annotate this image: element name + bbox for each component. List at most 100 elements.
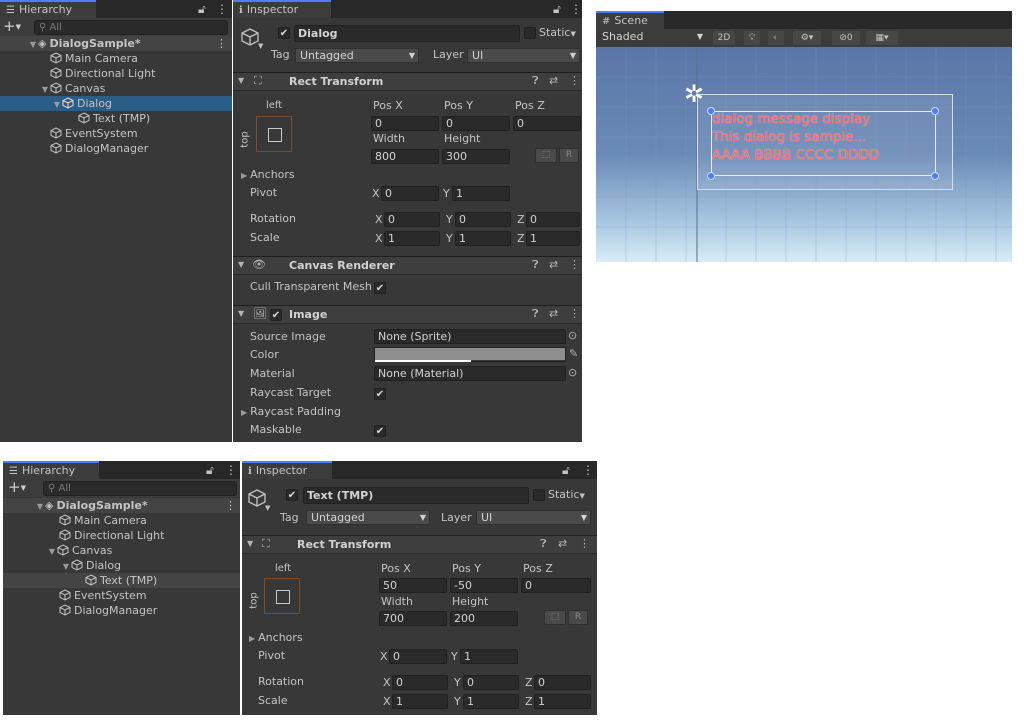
raycast-padding-foldout[interactable]: ▶ Raycast Padding: [241, 405, 341, 418]
pivot-x-field[interactable]: 0: [389, 649, 447, 664]
search-input[interactable]: ⚲ All: [43, 481, 237, 496]
width-field[interactable]: 700: [379, 611, 447, 626]
preset-icon[interactable]: ⇄: [549, 73, 558, 89]
height-field[interactable]: 200: [450, 611, 518, 626]
scale-z-field[interactable]: 1: [526, 231, 580, 246]
preset-icon[interactable]: ⇄: [549, 257, 558, 273]
more-menu-icon[interactable]: ⋮: [570, 0, 582, 18]
rotation-y-field[interactable]: 0: [455, 212, 511, 227]
color-swatch[interactable]: [374, 347, 566, 362]
blueprint-mode-button[interactable]: ⬚: [535, 148, 557, 163]
hierarchy-item-eventsystem[interactable]: EventSystem: [3, 588, 147, 603]
posy-field[interactable]: 0: [442, 116, 510, 131]
help-icon[interactable]: ❓︎: [532, 306, 539, 322]
more-menu-icon[interactable]: ⋮: [582, 461, 594, 479]
lighting-toggle-icon[interactable]: 💡︎: [744, 31, 760, 45]
canvas-renderer-header[interactable]: ▼ 👁︎ Canvas Renderer ❓︎ ⇄ ⋮: [233, 256, 582, 275]
more-menu-icon[interactable]: ⋮: [579, 536, 590, 552]
hierarchy-item-dialogmanager[interactable]: DialogManager: [3, 603, 157, 618]
object-name-field[interactable]: Dialog: [294, 25, 520, 42]
material-field[interactable]: None (Material): [374, 366, 566, 381]
grid-toggle-icon[interactable]: ▦▾: [866, 31, 898, 45]
fold-arrow-icon[interactable]: ▼: [61, 559, 71, 574]
more-menu-icon[interactable]: ⋮: [216, 36, 227, 51]
fold-arrow-icon[interactable]: ▼: [52, 97, 62, 112]
height-field[interactable]: 300: [442, 149, 510, 164]
lock-icon[interactable]: 🔓︎: [198, 0, 206, 18]
hierarchy-item-directional-light[interactable]: Directional Light: [3, 528, 164, 543]
fold-arrow-icon[interactable]: ▼: [35, 499, 45, 514]
raw-edit-button[interactable]: R: [559, 148, 579, 163]
fold-arrow-icon[interactable]: ▼: [238, 306, 244, 322]
help-icon[interactable]: ❓︎: [532, 257, 539, 273]
fold-arrow-icon[interactable]: ▼: [238, 73, 244, 89]
audio-toggle-icon[interactable]: 🔈︎: [768, 31, 784, 45]
rotation-x-field[interactable]: 0: [384, 212, 440, 227]
tab-hierarchy[interactable]: ☰ Hierarchy: [0, 0, 96, 18]
hierarchy-item-canvas[interactable]: ▼ Canvas: [0, 81, 105, 96]
fold-arrow-icon[interactable]: ▼: [247, 536, 253, 552]
anchor-preset-button[interactable]: [264, 578, 300, 614]
tag-dropdown[interactable]: Untagged ▼: [306, 510, 430, 525]
chevron-down-icon[interactable]: ▼: [258, 42, 263, 50]
scale-y-field[interactable]: 1: [463, 694, 519, 709]
tag-dropdown[interactable]: Untagged ▼: [295, 48, 419, 63]
add-button[interactable]: +▼: [3, 18, 21, 35]
hierarchy-item-dialog[interactable]: ▼ Dialog: [0, 96, 232, 111]
fold-arrow-icon[interactable]: ▼: [28, 37, 38, 52]
lock-icon[interactable]: 🔓︎: [553, 0, 561, 18]
anchor-preset-button[interactable]: [256, 116, 292, 152]
tab-hierarchy[interactable]: ☰ Hierarchy: [3, 461, 99, 479]
hierarchy-item-text-tmp[interactable]: Text (TMP): [3, 573, 240, 588]
more-menu-icon[interactable]: ⋮: [216, 0, 228, 18]
help-icon[interactable]: ❓︎: [540, 536, 547, 552]
posy-field[interactable]: -50: [450, 578, 518, 593]
layer-dropdown[interactable]: UI ▼: [476, 510, 591, 525]
raycast-target-checkbox[interactable]: ✔: [374, 388, 386, 400]
scale-x-field[interactable]: 1: [392, 694, 448, 709]
hierarchy-item-dialogmanager[interactable]: DialogManager: [0, 141, 148, 156]
raw-edit-button[interactable]: R: [568, 610, 588, 625]
preset-icon[interactable]: ⇄: [549, 306, 558, 322]
rotation-y-field[interactable]: 0: [463, 675, 519, 690]
hierarchy-item-eventsystem[interactable]: EventSystem: [0, 126, 138, 141]
pivot-x-field[interactable]: 0: [381, 186, 439, 201]
hierarchy-scene-row[interactable]: ▼ ◈ DialogSample* ⋮: [3, 498, 240, 513]
source-image-field[interactable]: None (Sprite): [374, 329, 566, 344]
pivot-gizmo-icon[interactable]: ✲: [684, 82, 704, 106]
rotation-z-field[interactable]: 0: [526, 212, 580, 227]
posx-field[interactable]: 0: [371, 116, 439, 131]
hierarchy-scene-row[interactable]: ▼ ◈ DialogSample* ⋮: [0, 36, 232, 51]
shading-mode-dropdown[interactable]: Shaded ▼: [598, 30, 706, 45]
hierarchy-item-main-camera[interactable]: Main Camera: [3, 513, 147, 528]
object-name-field[interactable]: Text (TMP): [303, 487, 529, 504]
more-menu-icon[interactable]: ⋮: [225, 461, 237, 479]
search-input[interactable]: ⚲ All: [34, 20, 228, 35]
static-label[interactable]: Static▼: [539, 26, 576, 39]
anchors-foldout[interactable]: ▶ Anchors: [241, 168, 295, 181]
width-field[interactable]: 800: [371, 149, 439, 164]
active-checkbox[interactable]: ✔: [278, 27, 290, 39]
layer-dropdown[interactable]: UI ▼: [467, 48, 580, 63]
anchors-foldout[interactable]: ▶ Anchors: [249, 631, 303, 644]
image-header[interactable]: ▼ 🖼︎ ✔ Image ❓︎ ⇄ ⋮: [233, 305, 582, 324]
posx-field[interactable]: 50: [379, 578, 447, 593]
rotation-x-field[interactable]: 0: [392, 675, 448, 690]
pivot-y-field[interactable]: 1: [452, 186, 510, 201]
object-picker-icon[interactable]: ⊙: [568, 328, 577, 344]
active-checkbox[interactable]: ✔: [286, 489, 298, 501]
effects-toggle-icon[interactable]: ⚙▾: [793, 31, 821, 45]
fold-arrow-icon[interactable]: ▼: [47, 544, 57, 559]
static-checkbox[interactable]: [533, 489, 545, 501]
rect-transform-header[interactable]: ▼ ⛶ Rect Transform ❓︎ ⇄ ⋮: [233, 72, 582, 91]
object-picker-icon[interactable]: ⊙: [568, 365, 577, 381]
lock-icon[interactable]: 🔓︎: [562, 461, 570, 479]
more-menu-icon[interactable]: ⋮: [569, 257, 580, 273]
hierarchy-item-directional-light[interactable]: Directional Light: [0, 66, 155, 81]
rect-handle-top-right[interactable]: [931, 107, 939, 115]
rect-handle-bottom-right[interactable]: [931, 172, 939, 180]
more-menu-icon[interactable]: ⋮: [569, 306, 580, 322]
add-button[interactable]: +▼: [8, 479, 26, 496]
hierarchy-item-main-camera[interactable]: Main Camera: [0, 51, 138, 66]
rotation-z-field[interactable]: 0: [534, 675, 591, 690]
